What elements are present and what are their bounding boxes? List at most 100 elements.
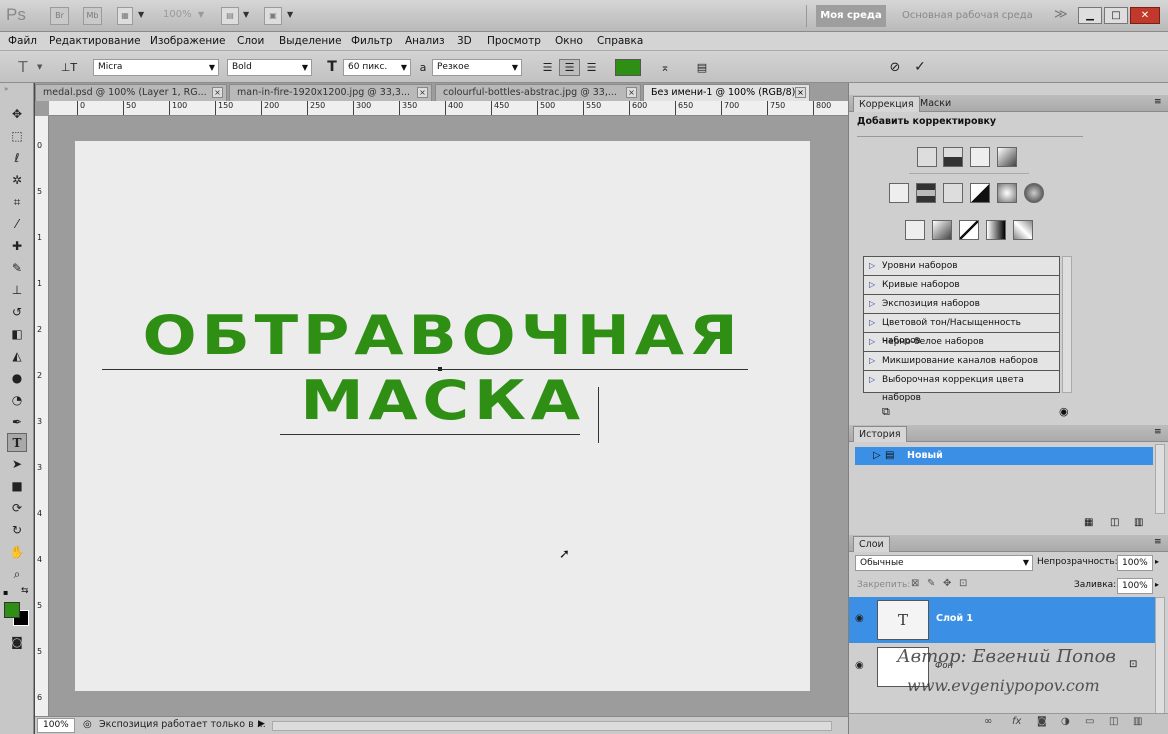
- healing-brush-tool[interactable]: ✚: [7, 237, 27, 256]
- adjustment-options-icon[interactable]: ◉: [1059, 405, 1069, 418]
- 3d-rotate-tool[interactable]: ⟳: [7, 499, 27, 518]
- swap-colors-icon[interactable]: ⇆: [21, 586, 29, 596]
- font-size-select[interactable]: 60 пикс. ▼: [343, 59, 411, 76]
- chevron-right-icon[interactable]: ▸: [1155, 580, 1159, 589]
- chevron-down-icon[interactable]: ▼: [287, 10, 293, 19]
- blend-mode-select[interactable]: Обычные ▼: [855, 555, 1033, 571]
- lasso-tool[interactable]: ℓ: [7, 149, 27, 168]
- maximize-button[interactable]: □: [1104, 7, 1128, 24]
- brightness-contrast-icon[interactable]: [917, 147, 937, 167]
- text-tool-preset-icon[interactable]: T: [14, 59, 32, 76]
- close-icon[interactable]: ×: [212, 87, 223, 98]
- doc-tab-man-in-fire[interactable]: man-in-fire-1920x1200.jpg @ 33,3... ×: [229, 84, 432, 101]
- move-tool[interactable]: ✥: [7, 105, 27, 124]
- type-tool[interactable]: T: [7, 433, 27, 452]
- horizontal-scrollbar[interactable]: [272, 721, 832, 731]
- trash-icon[interactable]: ▥: [1133, 716, 1142, 727]
- hand-tool[interactable]: ✋: [7, 543, 27, 562]
- new-layer-icon[interactable]: ◫: [1109, 716, 1118, 727]
- tab-adjustments[interactable]: Коррекция: [853, 96, 920, 112]
- marquee-tool[interactable]: ⬚: [7, 127, 27, 146]
- add-mask-icon[interactable]: ◙: [1037, 716, 1047, 727]
- menu-analysis[interactable]: Анализ: [405, 35, 445, 47]
- hue-saturation-icon[interactable]: [916, 183, 936, 203]
- default-colors-icon[interactable]: ▪: [3, 588, 8, 597]
- zoom-tool[interactable]: ⌕: [7, 565, 27, 584]
- history-item[interactable]: ▷ ▤ Новый: [855, 447, 1153, 465]
- link-layers-icon[interactable]: ∞: [984, 716, 992, 727]
- close-icon[interactable]: ×: [626, 87, 637, 98]
- list-item[interactable]: ▷ Микширование каналов наборов: [864, 352, 1059, 371]
- menu-filter[interactable]: Фильтр: [351, 35, 393, 47]
- panel-menu-icon[interactable]: ≡: [1154, 97, 1162, 107]
- canvas-text-line1[interactable]: ОБТРАВОЧНАЯ: [9, 304, 876, 367]
- status-menu-arrow[interactable]: ▶: [258, 719, 265, 729]
- list-item[interactable]: ▷ Уровни наборов: [864, 257, 1059, 276]
- layer-name[interactable]: Слой 1: [936, 613, 973, 624]
- align-center-button[interactable]: ☰: [559, 59, 580, 76]
- layers-scrollbar[interactable]: [1155, 597, 1165, 714]
- threshold-icon[interactable]: [959, 220, 979, 240]
- color-balance-icon[interactable]: [943, 183, 963, 203]
- invert-icon[interactable]: [905, 220, 925, 240]
- vibrance-icon[interactable]: [889, 183, 909, 203]
- levels-icon[interactable]: [943, 147, 963, 167]
- fill-field[interactable]: 100%: [1117, 578, 1153, 594]
- warp-text-icon[interactable]: ⌅: [656, 59, 674, 76]
- list-item[interactable]: ▷ Выборочная коррекция цвета наборов: [864, 371, 1059, 403]
- zoom-level[interactable]: 100%: [163, 9, 192, 20]
- menu-edit[interactable]: Редактирование: [49, 35, 141, 47]
- collapse-icon[interactable]: »: [4, 85, 8, 93]
- menu-file[interactable]: Файл: [8, 35, 37, 47]
- eye-icon[interactable]: ◉: [855, 660, 864, 671]
- workspace-essentials[interactable]: Основная рабочая среда: [902, 10, 1033, 21]
- text-color-swatch[interactable]: [615, 59, 641, 76]
- status-info-icon[interactable]: ◎: [83, 719, 92, 730]
- close-icon[interactable]: ×: [795, 87, 806, 98]
- lock-pixels-icon[interactable]: ✎: [927, 578, 935, 589]
- layer-row[interactable]: ◉ T Слой 1: [849, 597, 1155, 643]
- history-scrollbar[interactable]: [1155, 444, 1165, 514]
- photo-filter-icon[interactable]: [997, 183, 1017, 203]
- presets-scrollbar[interactable]: [1062, 256, 1072, 393]
- menu-select[interactable]: Выделение: [279, 35, 342, 47]
- 3d-orbit-tool[interactable]: ↻: [7, 521, 27, 540]
- character-panel-icon[interactable]: ▤: [693, 59, 711, 76]
- menu-image[interactable]: Изображение: [150, 35, 226, 47]
- chevron-right-icon[interactable]: ▸: [1155, 557, 1159, 566]
- foreground-color-swatch[interactable]: [4, 602, 20, 618]
- menu-3d[interactable]: 3D: [457, 35, 472, 47]
- chevron-down-icon[interactable]: ▼: [198, 10, 204, 19]
- new-document-from-state-icon[interactable]: ▦: [1084, 517, 1093, 528]
- align-left-button[interactable]: ☰: [537, 59, 558, 76]
- antialias-select[interactable]: Резкое ▼: [432, 59, 522, 76]
- list-item[interactable]: ▷ Кривые наборов: [864, 276, 1059, 295]
- channel-mixer-icon[interactable]: [1024, 183, 1044, 203]
- cancel-edit-icon[interactable]: ⊘: [886, 59, 904, 76]
- font-style-select[interactable]: Bold ▼: [227, 59, 312, 76]
- doc-tab-bottles[interactable]: colourful-bottles-abstrac.jpg @ 33,... ×: [435, 84, 641, 101]
- list-item[interactable]: ▷ Экспозиция наборов: [864, 295, 1059, 314]
- arrange-documents-button[interactable]: ▤: [221, 7, 239, 25]
- curves-icon[interactable]: [970, 147, 990, 167]
- screen-mode-button[interactable]: ▣: [264, 7, 282, 25]
- path-selection-tool[interactable]: ➤: [7, 455, 27, 474]
- doc-tab-untitled[interactable]: Без имени-1 @ 100% (RGB/8) ×: [643, 84, 810, 101]
- gradient-map-icon[interactable]: [986, 220, 1006, 240]
- list-item[interactable]: ▷ Черно-белое наборов: [864, 333, 1059, 352]
- menu-help[interactable]: Справка: [597, 35, 643, 47]
- brush-tool[interactable]: ✎: [7, 259, 27, 278]
- workspace-my-env[interactable]: Моя среда: [816, 5, 886, 27]
- crop-tool[interactable]: ⌗: [7, 193, 27, 212]
- black-white-icon[interactable]: [970, 183, 990, 203]
- tab-history[interactable]: История: [853, 426, 907, 442]
- lock-transparent-icon[interactable]: ⊠: [911, 578, 919, 589]
- eye-icon[interactable]: ◉: [855, 613, 864, 624]
- panel-menu-icon[interactable]: ≡: [1154, 537, 1162, 547]
- text-orientation-icon[interactable]: ⊥T: [60, 59, 78, 76]
- tab-layers[interactable]: Слои: [853, 536, 890, 552]
- eyedropper-tool[interactable]: ⁄: [7, 215, 27, 234]
- new-group-icon[interactable]: ▭: [1085, 716, 1094, 727]
- canvas[interactable]: ОБТРАВОЧНАЯ МАСКА ➚: [75, 141, 810, 691]
- clone-stamp-tool[interactable]: ⊥: [7, 281, 27, 300]
